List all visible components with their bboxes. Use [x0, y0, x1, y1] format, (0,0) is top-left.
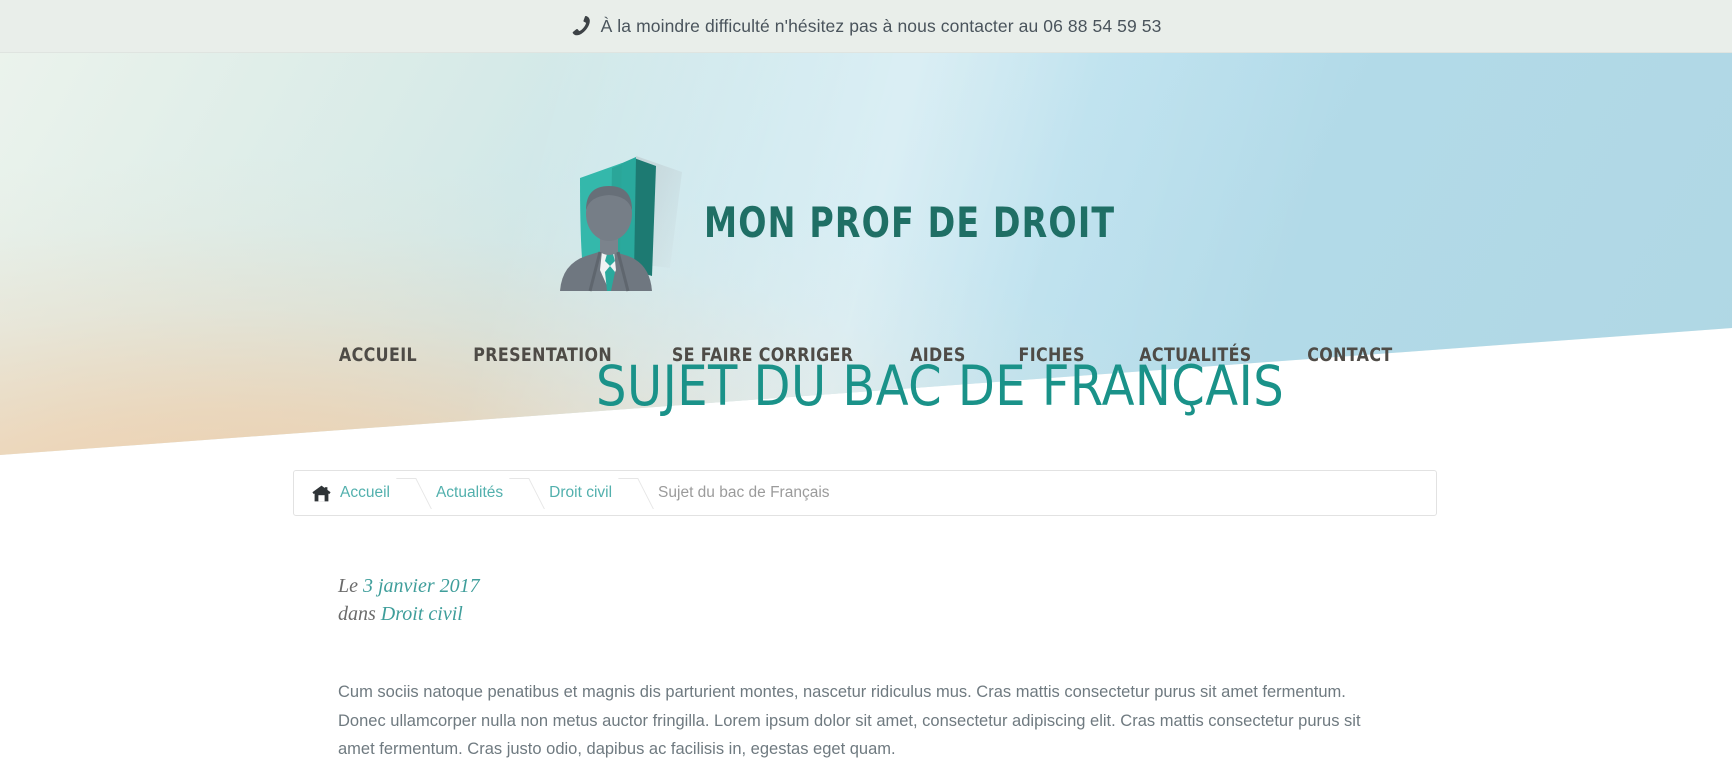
breadcrumb-item-droit-civil[interactable]: Droit civil — [549, 484, 612, 502]
breadcrumb-item-accueil[interactable]: Accueil — [340, 484, 390, 502]
book-and-professor-logo-icon — [550, 148, 690, 296]
top-contact-bar-inner: À la moindre difficulté n'hésitez pas à … — [571, 15, 1162, 37]
article-date-prefix: Le — [338, 575, 363, 597]
article-category-line: dans Droit civil — [338, 600, 1378, 628]
brand-name: MON PROF DE DROIT — [704, 197, 1116, 247]
nav-item-contact[interactable]: CONTACT — [1285, 338, 1415, 372]
article-meta: Le 3 janvier 2017 dans Droit civil — [338, 572, 1378, 628]
site-logo[interactable]: MON PROF DE DROIT — [0, 148, 1732, 296]
breadcrumb-item-actualites[interactable]: Actualités — [436, 484, 503, 502]
article-date-link[interactable]: 3 janvier 2017 — [363, 575, 480, 597]
article-category-prefix: dans — [338, 603, 381, 625]
breadcrumb-separator-icon — [390, 471, 436, 515]
article-paragraph: Cum sociis natoque penatibus et magnis d… — [338, 683, 1361, 758]
top-contact-bar: À la moindre difficulté n'hésitez pas à … — [0, 0, 1732, 53]
breadcrumb-separator-icon — [503, 471, 549, 515]
home-icon[interactable] — [312, 485, 331, 502]
breadcrumb-separator-icon — [612, 471, 658, 515]
breadcrumb-item-current: Sujet du bac de Français — [658, 484, 830, 501]
article-category-link[interactable]: Droit civil — [381, 603, 463, 625]
logo-inner: MON PROF DE DROIT — [550, 148, 1171, 296]
breadcrumb: Accueil Actualités Droit civil Sujet du … — [293, 470, 1437, 516]
phone-icon — [571, 15, 591, 37]
article-date-line: Le 3 janvier 2017 — [338, 572, 1378, 600]
page-title: SUJET DU BAC DE FRANÇAIS — [596, 354, 1285, 418]
article-content: Le 3 janvier 2017 dans Droit civil Cum s… — [338, 572, 1378, 764]
contact-message: À la moindre difficulté n'hésitez pas à … — [600, 15, 1162, 36]
nav-item-accueil[interactable]: ACCUEIL — [317, 338, 440, 372]
